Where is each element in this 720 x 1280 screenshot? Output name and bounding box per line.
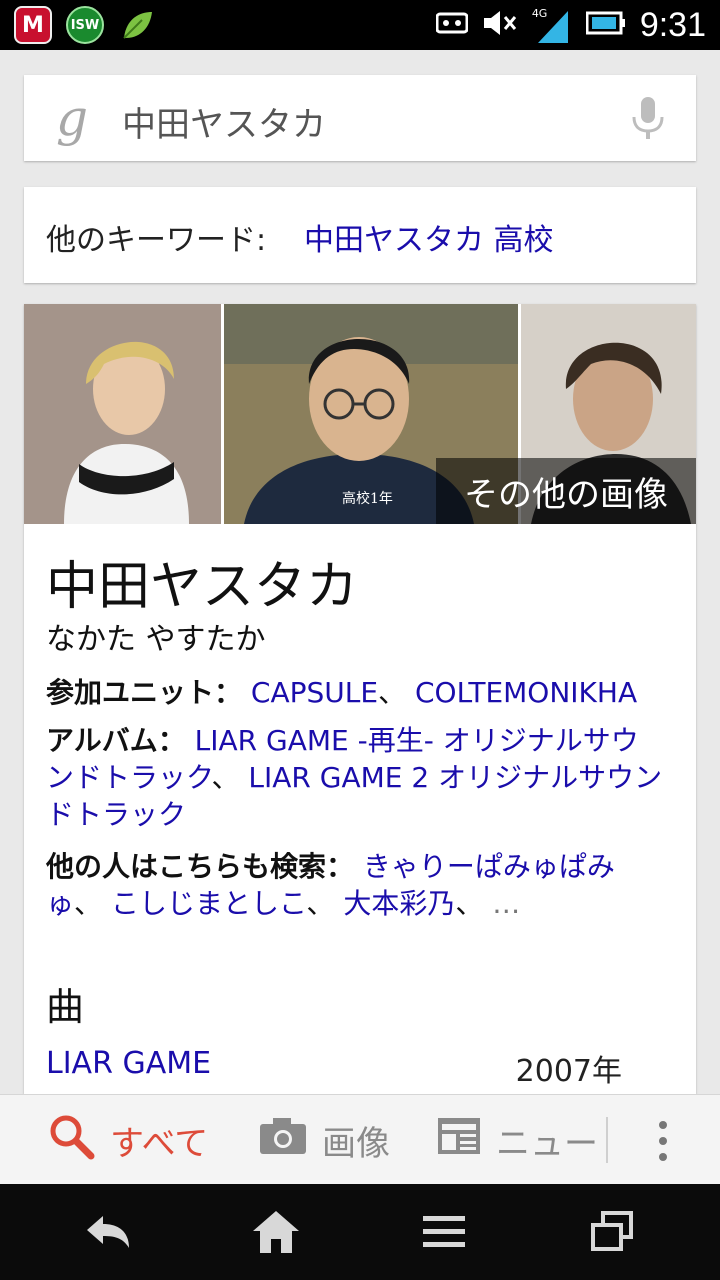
recent-apps-icon[interactable] [582,1204,642,1260]
mute-icon [482,8,518,42]
photo-strip[interactable]: 高校1年 その他の画像 [24,304,696,524]
separator: 、 [306,887,335,920]
fact-albums-label: アルバム： [46,724,186,757]
fact-related-people: 他の人はこちらも検索： きゃりーぱみゅぱみゅ、 こしじまとしこ、 大本彩乃、 … [46,848,666,922]
tab-all[interactable]: すべて [46,1095,208,1185]
isw-icon: ISW [66,6,104,44]
separator: 、 [378,676,407,709]
more-options-icon[interactable] [655,1119,671,1163]
related-label: 他のキーワード: [46,223,267,258]
related-keywords: 他のキーワード: 中田ヤスタカ 高校 [24,187,696,283]
separator: 、 [455,887,484,920]
person-link[interactable]: 大本彩乃 [343,887,455,920]
person-link[interactable]: こしじまとしこ [111,887,306,920]
tab-divider [606,1117,608,1163]
camera-icon [258,1116,308,1165]
search-query[interactable]: 中田ヤスタカ [122,97,326,146]
menu-icon[interactable] [414,1204,474,1260]
newspaper-icon [436,1116,482,1165]
mcafee-icon: M [14,6,52,44]
tab-news-label: ニュー [496,1123,598,1164]
system-icons: 4G 9:31 [435,0,706,50]
fact-units: 参加ユニット： CAPSULE、 COLTEMONIKHA [46,674,666,711]
more-images-button[interactable]: その他の画像 [436,458,696,524]
tab-images-label: 画像 [322,1123,390,1164]
search-tabs: すべて 画像 ニュー [0,1094,720,1185]
network-type: 4G [531,7,548,20]
home-icon[interactable] [246,1204,306,1260]
signal-icon: 4G [532,5,572,45]
mic-icon[interactable] [630,95,666,143]
fact-units-label: 参加ユニット： [46,676,243,709]
separator: 、 [74,887,103,920]
more-ellipsis[interactable]: … [492,887,520,920]
clock: 9:31 [639,5,706,44]
fact-others-label: 他の人はこちらも検索： [46,850,355,883]
photo-caption: 高校1年 [342,491,393,507]
entity-reading: なかた やすたか [46,622,266,657]
knowledge-panel: 高校1年 その他の画像 中田ヤスタカ なかた やすたか 参加ユニット： CAPS… [24,304,696,1094]
google-g-icon: g [56,89,89,147]
leaf-icon [118,6,156,44]
unit-link[interactable]: COLTEMONIKHA [415,676,637,709]
search-icon [46,1111,96,1170]
notification-icons: M ISW [14,6,156,44]
entity-title: 中田ヤスタカ [46,557,359,617]
song-year: 2007年 [515,1054,622,1089]
tab-news[interactable]: ニュー [436,1095,606,1185]
navigation-bar [0,1184,720,1280]
song-link[interactable]: LIAR GAME [46,1046,211,1081]
separator: 、 [211,761,240,794]
fact-albums: アルバム： LIAR GAME -再生- オリジナルサウンドトラック、 LIAR… [46,722,666,833]
voicemail-icon [435,11,469,39]
status-bar: M ISW 4G 9:31 [0,0,720,50]
related-link[interactable]: 中田ヤスタカ 高校 [304,215,554,259]
search-box[interactable]: g 中田ヤスタカ [24,75,696,161]
tab-images[interactable]: 画像 [258,1095,390,1185]
tab-all-label: すべて [110,1123,209,1164]
photo-1[interactable] [24,304,221,524]
back-icon[interactable] [78,1204,138,1260]
songs-heading: 曲 [46,985,85,1029]
unit-link[interactable]: CAPSULE [251,676,378,709]
battery-icon [585,10,626,40]
